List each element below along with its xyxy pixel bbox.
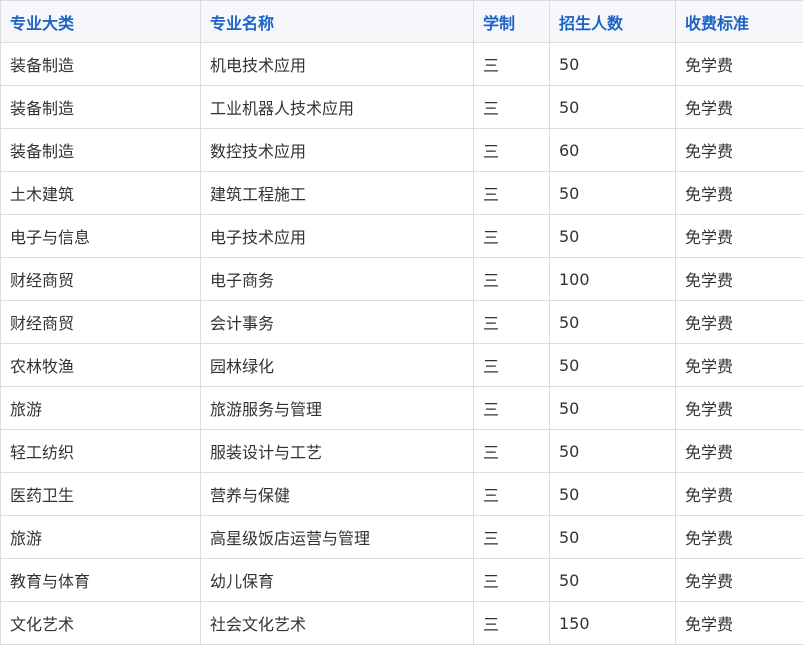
table-row: 装备制造 工业机器人技术应用 三 50 免学费	[0, 85, 803, 129]
header-category: 专业大类	[0, 0, 201, 43]
cell-category: 农林牧渔	[0, 343, 201, 387]
cell-enrollment: 50	[549, 85, 676, 129]
cell-category: 文化艺术	[0, 601, 201, 645]
cell-category: 教育与体育	[0, 558, 201, 602]
enrollment-table: 专业大类 专业名称 学制 招生人数 收费标准 装备制造 机电技术应用 三 50 …	[0, 0, 803, 645]
cell-major-name: 数控技术应用	[200, 128, 474, 172]
cell-enrollment: 100	[549, 257, 676, 301]
cell-duration: 三	[473, 85, 550, 129]
cell-enrollment: 50	[549, 386, 676, 430]
cell-enrollment: 50	[549, 343, 676, 387]
cell-enrollment: 50	[549, 472, 676, 516]
cell-duration: 三	[473, 429, 550, 473]
cell-enrollment: 50	[549, 42, 676, 86]
table-row: 农林牧渔 园林绿化 三 50 免学费	[0, 343, 803, 387]
table-row: 医药卫生 营养与保健 三 50 免学费	[0, 472, 803, 516]
cell-enrollment: 50	[549, 558, 676, 602]
cell-major-name: 会计事务	[200, 300, 474, 344]
cell-duration: 三	[473, 558, 550, 602]
cell-enrollment: 50	[549, 171, 676, 215]
table-header: 专业大类 专业名称 学制 招生人数 收费标准	[0, 0, 803, 43]
cell-duration: 三	[473, 42, 550, 86]
cell-duration: 三	[473, 214, 550, 258]
cell-fee: 免学费	[675, 42, 803, 86]
cell-duration: 三	[473, 343, 550, 387]
header-fee: 收费标准	[675, 0, 803, 43]
cell-duration: 三	[473, 171, 550, 215]
cell-category: 财经商贸	[0, 300, 201, 344]
cell-enrollment: 50	[549, 300, 676, 344]
cell-enrollment: 60	[549, 128, 676, 172]
cell-fee: 免学费	[675, 300, 803, 344]
cell-category: 装备制造	[0, 128, 201, 172]
cell-major-name: 高星级饭店运营与管理	[200, 515, 474, 559]
cell-duration: 三	[473, 515, 550, 559]
cell-fee: 免学费	[675, 128, 803, 172]
table-row: 电子与信息 电子技术应用 三 50 免学费	[0, 214, 803, 258]
table-row: 装备制造 机电技术应用 三 50 免学费	[0, 42, 803, 86]
cell-fee: 免学费	[675, 386, 803, 430]
cell-category: 装备制造	[0, 42, 201, 86]
table-body: 装备制造 机电技术应用 三 50 免学费 装备制造 工业机器人技术应用 三 50…	[0, 42, 803, 645]
cell-duration: 三	[473, 300, 550, 344]
header-major-name: 专业名称	[200, 0, 474, 43]
table-row: 文化艺术 社会文化艺术 三 150 免学费	[0, 601, 803, 645]
cell-duration: 三	[473, 386, 550, 430]
cell-enrollment: 50	[549, 214, 676, 258]
cell-major-name: 园林绿化	[200, 343, 474, 387]
cell-fee: 免学费	[675, 343, 803, 387]
cell-category: 财经商贸	[0, 257, 201, 301]
cell-major-name: 电子商务	[200, 257, 474, 301]
cell-duration: 三	[473, 128, 550, 172]
cell-fee: 免学费	[675, 257, 803, 301]
cell-major-name: 电子技术应用	[200, 214, 474, 258]
header-enrollment: 招生人数	[549, 0, 676, 43]
cell-enrollment: 150	[549, 601, 676, 645]
cell-fee: 免学费	[675, 601, 803, 645]
cell-major-name: 工业机器人技术应用	[200, 85, 474, 129]
cell-major-name: 建筑工程施工	[200, 171, 474, 215]
cell-enrollment: 50	[549, 429, 676, 473]
cell-duration: 三	[473, 257, 550, 301]
table-row: 旅游 旅游服务与管理 三 50 免学费	[0, 386, 803, 430]
cell-major-name: 营养与保健	[200, 472, 474, 516]
cell-fee: 免学费	[675, 558, 803, 602]
cell-fee: 免学费	[675, 171, 803, 215]
cell-category: 土木建筑	[0, 171, 201, 215]
cell-major-name: 服装设计与工艺	[200, 429, 474, 473]
cell-category: 旅游	[0, 386, 201, 430]
cell-major-name: 旅游服务与管理	[200, 386, 474, 430]
cell-enrollment: 50	[549, 515, 676, 559]
cell-category: 轻工纺织	[0, 429, 201, 473]
table-row: 装备制造 数控技术应用 三 60 免学费	[0, 128, 803, 172]
cell-fee: 免学费	[675, 429, 803, 473]
table-row: 教育与体育 幼儿保育 三 50 免学费	[0, 558, 803, 602]
cell-category: 电子与信息	[0, 214, 201, 258]
cell-category: 旅游	[0, 515, 201, 559]
cell-major-name: 机电技术应用	[200, 42, 474, 86]
table-row: 土木建筑 建筑工程施工 三 50 免学费	[0, 171, 803, 215]
table-row: 轻工纺织 服装设计与工艺 三 50 免学费	[0, 429, 803, 473]
cell-fee: 免学费	[675, 85, 803, 129]
table-row: 旅游 高星级饭店运营与管理 三 50 免学费	[0, 515, 803, 559]
cell-category: 装备制造	[0, 85, 201, 129]
cell-category: 医药卫生	[0, 472, 201, 516]
table-row: 财经商贸 会计事务 三 50 免学费	[0, 300, 803, 344]
header-row: 专业大类 专业名称 学制 招生人数 收费标准	[0, 0, 803, 43]
cell-fee: 免学费	[675, 515, 803, 559]
cell-major-name: 幼儿保育	[200, 558, 474, 602]
cell-major-name: 社会文化艺术	[200, 601, 474, 645]
cell-fee: 免学费	[675, 214, 803, 258]
header-duration: 学制	[473, 0, 550, 43]
cell-duration: 三	[473, 472, 550, 516]
table-row: 财经商贸 电子商务 三 100 免学费	[0, 257, 803, 301]
cell-fee: 免学费	[675, 472, 803, 516]
cell-duration: 三	[473, 601, 550, 645]
